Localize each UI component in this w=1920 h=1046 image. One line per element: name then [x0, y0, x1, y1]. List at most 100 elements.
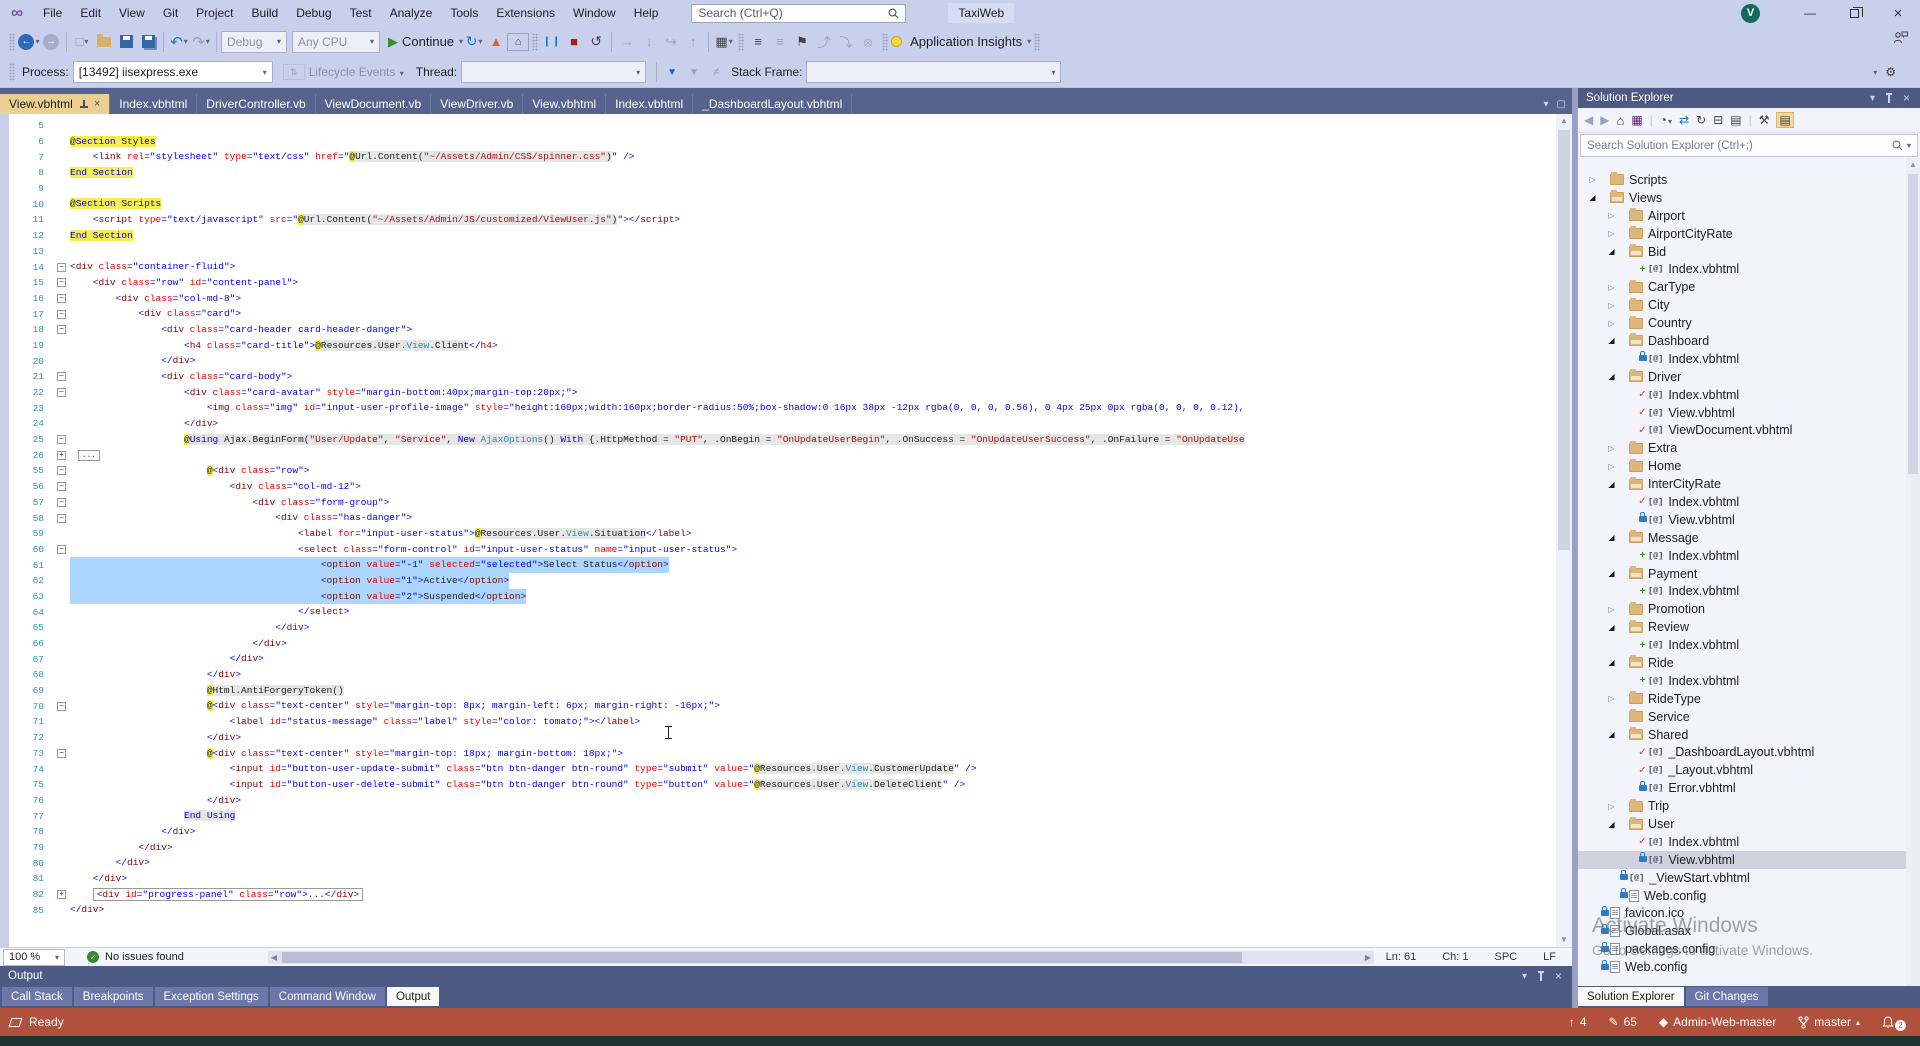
code-editor[interactable]: 5 6 @Section Styles 7 <link rel="stylesheet…: [0, 114, 1572, 947]
code-line-65[interactable]: 65 </div>: [9, 620, 1556, 636]
show-all-files-toggle[interactable]: ▤: [1776, 112, 1794, 128]
undo-button[interactable]: ↶ ▾: [168, 31, 190, 53]
code-line-17[interactable]: 17− <div class="card">: [9, 306, 1556, 322]
code-line-67[interactable]: 67 </div>: [9, 651, 1556, 667]
code-line-85[interactable]: 85 </div>: [9, 902, 1556, 918]
code-line-26[interactable]: 26 + ...: [9, 447, 1556, 463]
expand-arrow-icon[interactable]: ◢: [1586, 193, 1599, 202]
pause-button[interactable]: ❙❙: [541, 31, 563, 53]
code-line-74[interactable]: 74 <input id="button-user-update-submit"…: [9, 761, 1556, 777]
code-line-80[interactable]: 80 </div>: [9, 855, 1556, 871]
menu-tools[interactable]: Tools: [441, 0, 487, 26]
scrollbar-thumb[interactable]: [1908, 174, 1918, 474]
fold-margin[interactable]: −: [53, 278, 70, 288]
tab-view.vbhtml[interactable]: View.vbhtml: [523, 94, 607, 114]
navigate-back-button[interactable]: ← ▾: [18, 31, 40, 53]
code-line-69[interactable]: 69 @Html.AntiForgeryToken(): [9, 683, 1556, 699]
tree-item-bid[interactable]: ◢ Bid: [1578, 243, 1920, 261]
code-line-16[interactable]: 16− <div class="col-md-8">: [9, 291, 1556, 307]
lifecycle-events-icon[interactable]: ⇅: [282, 64, 305, 80]
window-position-dropdown-icon[interactable]: ▾: [1870, 93, 1875, 104]
sync-with-active-document-icon[interactable]: ⇄: [1679, 113, 1689, 127]
toolbar-grip[interactable]: [9, 63, 15, 81]
scrollbar-thumb[interactable]: [282, 952, 1242, 963]
code-line-59[interactable]: 59 <label for="input-user-status">@Resou…: [9, 526, 1556, 542]
code-line-18[interactable]: 18− <div class="card-header card-header-…: [9, 322, 1556, 338]
step-into-icon[interactable]: ↓: [638, 31, 660, 53]
expand-arrow-icon[interactable]: ◢: [1605, 623, 1618, 632]
code-line-57[interactable]: 57− <div class="form-group">: [9, 495, 1556, 511]
code-line-75[interactable]: 75 <input id="button-user-delete-submit"…: [9, 777, 1556, 793]
tree-item-airport[interactable]: ▷ Airport: [1578, 207, 1920, 225]
tree-item-cartype[interactable]: ▷ CarType: [1578, 278, 1920, 296]
fold-margin[interactable]: −: [53, 372, 70, 382]
expand-arrow-icon[interactable]: ◢: [1605, 658, 1618, 667]
tab-view.vbhtml[interactable]: View.vbhtml ×: [0, 94, 111, 114]
tree-item-index-vbhtml[interactable]: + [@] Index.vbhtml: [1578, 582, 1920, 600]
sidebar-tab-git-changes[interactable]: Git Changes: [1685, 987, 1768, 1006]
close-icon[interactable]: ×: [1903, 91, 1910, 105]
tree-item-web-config[interactable]: Web.config: [1578, 958, 1920, 976]
tree-item-viewdocument-vbhtml[interactable]: ✓ [@] ViewDocument.vbhtml: [1578, 421, 1920, 439]
close-icon[interactable]: ×: [94, 98, 100, 110]
panel-tab-breakpoints[interactable]: Breakpoints: [73, 987, 153, 1006]
code-line-55[interactable]: 55− @<div class="row">: [9, 463, 1556, 479]
menu-analyze[interactable]: Analyze: [381, 0, 442, 26]
menu-help[interactable]: Help: [625, 0, 668, 26]
tree-item-views[interactable]: ◢ Views: [1578, 189, 1920, 207]
scrollbar-thumb[interactable]: [1558, 130, 1570, 550]
code-analysis-icon[interactable]: ▦ ▾: [713, 31, 735, 53]
stop-button[interactable]: ■: [563, 31, 585, 53]
restore-button[interactable]: [1832, 0, 1876, 26]
refresh-icon[interactable]: ↻: [1696, 113, 1706, 127]
next-bookmark-icon[interactable]: ⤵: [835, 31, 857, 53]
collapse-all-icon[interactable]: ⊟: [1713, 113, 1723, 127]
tab-index.vbhtml[interactable]: Index.vbhtml: [110, 94, 198, 114]
pin-icon[interactable]: [1885, 93, 1893, 103]
code-line-6[interactable]: 6 @Section Styles: [9, 134, 1556, 150]
step-over-icon[interactable]: ↪: [660, 31, 682, 53]
expand-arrow-icon[interactable]: ◢: [1605, 480, 1618, 489]
continue-button[interactable]: ▶ Continue ▾: [388, 31, 463, 53]
panel-tab-exception-settings[interactable]: Exception Settings: [154, 987, 268, 1006]
browser-link-home-icon[interactable]: ⌂: [507, 32, 530, 51]
expand-arrow-icon[interactable]: ◢: [1605, 372, 1618, 381]
scroll-left-icon[interactable]: ◀: [268, 951, 280, 964]
tree-item-index-vbhtml[interactable]: + [@] Index.vbhtml: [1578, 672, 1920, 690]
flag-threads-icon[interactable]: ▼: [661, 61, 683, 83]
tree-item--dashboardlayout-vbhtml[interactable]: ✓ [@] _DashboardLayout.vbhtml: [1578, 744, 1920, 762]
solution-tree[interactable]: ▲ ▷ Scripts ◢ Views ▷ Airport ▷ AirportCityRate…: [1578, 158, 1920, 986]
window-position-dropdown-icon[interactable]: ▾: [1522, 971, 1527, 982]
redo-button[interactable]: ↷ ▾: [190, 31, 212, 53]
repository-button[interactable]: ◆ Admin-Web-master: [1659, 1015, 1776, 1029]
code-line-10[interactable]: 10 @Section Scripts: [9, 196, 1556, 212]
tree-item-dashboard[interactable]: ◢ Dashboard: [1578, 332, 1920, 350]
expand-arrow-icon[interactable]: ◢: [1605, 533, 1618, 542]
expand-arrow-icon[interactable]: ▷: [1586, 175, 1599, 184]
solution-explorer-search-input[interactable]: Search Solution Explorer (Ctrl+;) ▾: [1580, 134, 1918, 157]
scroll-up-icon[interactable]: ▲: [1906, 158, 1920, 172]
code-line-11[interactable]: 11 <script type="text/javascript" src="@…: [9, 212, 1556, 228]
expand-arrow-icon[interactable]: ◢: [1605, 730, 1618, 739]
outgoing-commits-button[interactable]: ↑ 4: [1569, 1015, 1587, 1029]
tree-item-packages-config[interactable]: packages.config: [1578, 940, 1920, 958]
editor-indicator-margin[interactable]: [0, 114, 9, 947]
restart-app-button[interactable]: ↻ ▾: [463, 31, 485, 53]
code-line-15[interactable]: 15− <div class="row" id="content-panel">: [9, 275, 1556, 291]
menu-git[interactable]: Git: [154, 0, 187, 26]
window-options-icon[interactable]: ▢: [1557, 99, 1566, 110]
fold-margin[interactable]: −: [53, 513, 70, 523]
thread-select[interactable]: ▾: [461, 61, 647, 83]
tree-item-review[interactable]: ◢ Review: [1578, 618, 1920, 636]
solution-platform-select[interactable]: Any CPU ▾: [292, 30, 380, 53]
code-line-5[interactable]: 5: [9, 118, 1556, 134]
code-line-12[interactable]: 12 End Section: [9, 228, 1556, 244]
code-line-20[interactable]: 20 </div>: [9, 353, 1556, 369]
tree-item-view-vbhtml[interactable]: [@] View.vbhtml: [1578, 511, 1920, 529]
tab-_dashboardlayout.vbhtml[interactable]: _DashboardLayout.vbhtml: [693, 94, 853, 114]
code-line-25[interactable]: 25− @Using Ajax.BeginForm("User/Update",…: [9, 432, 1556, 448]
fold-margin[interactable]: −: [53, 701, 70, 711]
tree-item-index-vbhtml[interactable]: ✓ [@] Index.vbhtml: [1578, 833, 1920, 851]
fold-margin[interactable]: −: [53, 293, 70, 303]
code-line-58[interactable]: 58− <div class="has-danger">: [9, 510, 1556, 526]
